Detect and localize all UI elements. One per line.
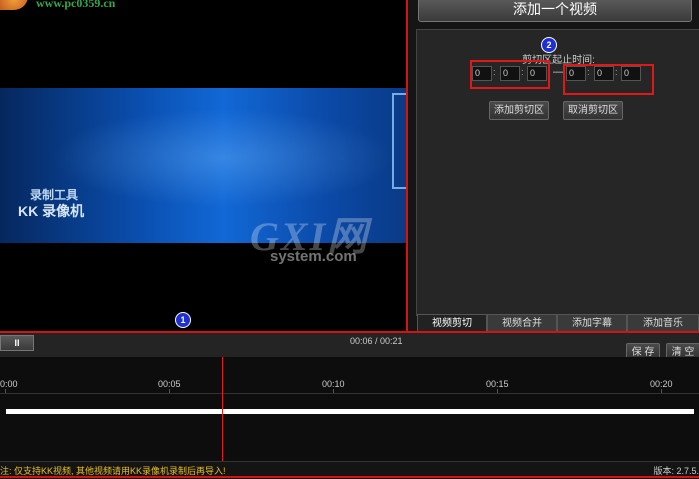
- site-url-watermark: www.pc0359.cn: [36, 0, 116, 10]
- timeline-tick-label: 00:05: [158, 379, 181, 389]
- ruler-tick: [333, 389, 334, 393]
- clip-range-label: 剪切区起止时间:: [522, 55, 595, 66]
- ruler-tick: [497, 389, 498, 393]
- time-readout: 00:06 / 00:21: [350, 336, 403, 346]
- pause-button[interactable]: II: [0, 335, 34, 351]
- add-video-button[interactable]: 添加一个视频: [418, 0, 692, 22]
- editor-tabs: 视频剪切 视频合并 添加字幕 添加音乐: [417, 314, 699, 333]
- cancel-clip-button[interactable]: 取消剪切区: [563, 101, 623, 120]
- ruler-tick: [5, 389, 6, 393]
- timeline-tick-label: 00:15: [486, 379, 509, 389]
- transport-bar: II 00:06 / 00:21 保 存 清 空: [0, 333, 699, 359]
- add-clip-button[interactable]: 添加剪切区: [489, 101, 549, 120]
- highlight-separator-vertical: [406, 0, 408, 333]
- timeline-tick-label: 0:00: [0, 379, 18, 389]
- timeline[interactable]: 0:00 00:05 00:10 00:15 00:20: [0, 357, 699, 461]
- start-time-highlight: [470, 60, 550, 89]
- timeline-tick-label: 00:10: [322, 379, 345, 389]
- ruler-tick: [169, 389, 170, 393]
- video-track-clip[interactable]: [6, 409, 694, 414]
- callout-marker-1: 1: [175, 312, 191, 328]
- video-frame-window-edge: [392, 93, 406, 189]
- video-preview[interactable]: www.pc0359.cn 录制工具 KK 录像机: [0, 0, 406, 331]
- timeline-tick-label: 00:20: [650, 379, 673, 389]
- site-watermark-domain: system.com: [270, 248, 357, 265]
- timeline-ruler: [0, 393, 699, 394]
- recorder-watermark-line2: KK 录像机: [18, 203, 85, 219]
- ruler-tick: [661, 389, 662, 393]
- end-time-highlight: [563, 64, 654, 95]
- site-logo-icon: [0, 0, 28, 10]
- playhead[interactable]: [222, 357, 223, 461]
- callout-marker-2: 2: [541, 37, 557, 53]
